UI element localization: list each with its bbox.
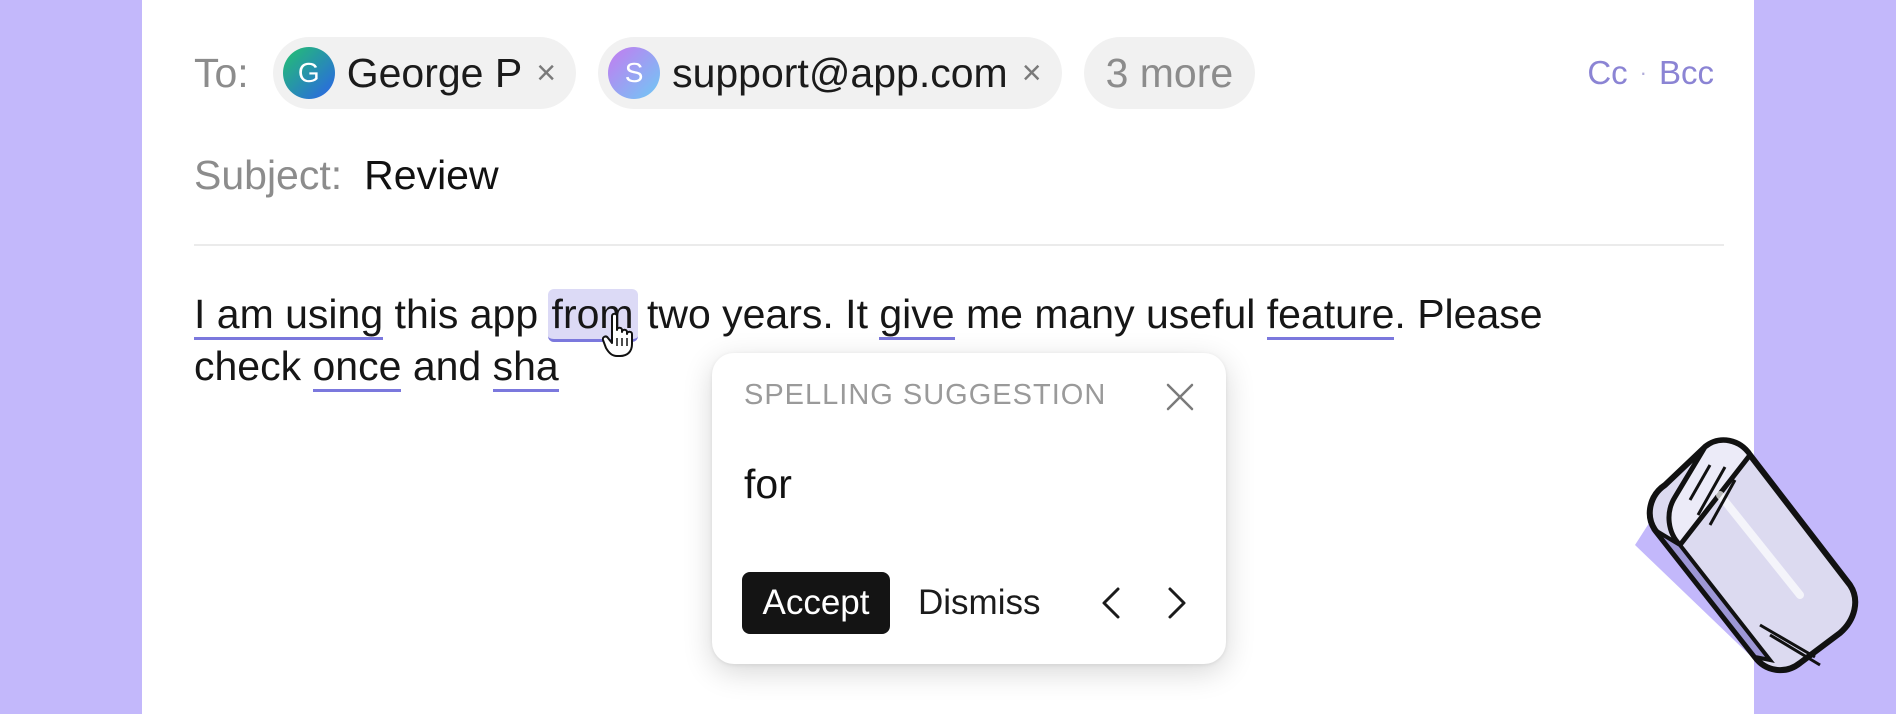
recipient-name: George P	[346, 49, 523, 96]
hand-pointer-icon	[602, 312, 633, 357]
avatar: S	[608, 47, 661, 99]
to-label: To:	[194, 49, 249, 96]
close-icon[interactable]	[1165, 382, 1195, 412]
body-text-segment: check	[194, 343, 313, 389]
chevron-left-icon[interactable]	[1096, 585, 1126, 621]
divider	[194, 244, 1724, 246]
flagged-word[interactable]: give	[879, 291, 955, 340]
body-text-segment: this app	[383, 291, 550, 337]
flagged-word[interactable]: I am using	[194, 291, 384, 340]
avatar-initial: S	[624, 57, 644, 88]
subject-label: Subject:	[194, 152, 343, 198]
remove-recipient-icon[interactable]: ×	[1022, 56, 1042, 90]
popover-title: SPELLING SUGGESTION	[744, 379, 1107, 411]
remove-recipient-icon[interactable]: ×	[536, 56, 556, 90]
recipient-chip[interactable]: G George P ×	[272, 37, 577, 109]
subject-input[interactable]: Review	[364, 152, 498, 199]
separator-dot: ·	[1639, 60, 1647, 85]
dismiss-button[interactable]: Dismiss	[918, 572, 1040, 634]
body-text-segment: me many useful	[954, 291, 1267, 337]
avatar: G	[282, 47, 335, 99]
recipient-chip[interactable]: S support@app.com ×	[598, 37, 1062, 109]
subject-row[interactable]: Subject: Review	[194, 152, 499, 199]
compose-card: To: G George P × S support@app.com × 3 m…	[142, 0, 1754, 714]
more-recipients-chip[interactable]: 3 more	[1083, 37, 1256, 109]
flagged-word[interactable]: feature	[1266, 291, 1395, 340]
suggested-word: for	[744, 461, 792, 507]
spelling-suggestion-popover: SPELLING SUGGESTION for Accept Dismiss	[712, 353, 1226, 664]
flagged-word[interactable]: sha	[492, 343, 559, 392]
accept-button[interactable]: Accept	[742, 572, 890, 634]
body-text-segment: and	[401, 343, 493, 389]
cc-bcc-links: Cc · Bcc	[1587, 54, 1714, 92]
flagged-word[interactable]: once	[312, 343, 402, 392]
cc-link[interactable]: Cc	[1587, 54, 1627, 92]
recipient-name: support@app.com	[672, 49, 1008, 96]
avatar-initial: G	[297, 57, 320, 88]
body-text-segment: . Please	[1394, 291, 1543, 337]
bcc-link[interactable]: Bcc	[1659, 54, 1714, 92]
eraser-illustration	[1635, 437, 1859, 690]
chevron-right-icon[interactable]	[1162, 585, 1192, 621]
body-text-segment: two years. It	[635, 291, 880, 337]
recipients-row: To: G George P × S support@app.com × 3 m…	[194, 36, 1714, 110]
